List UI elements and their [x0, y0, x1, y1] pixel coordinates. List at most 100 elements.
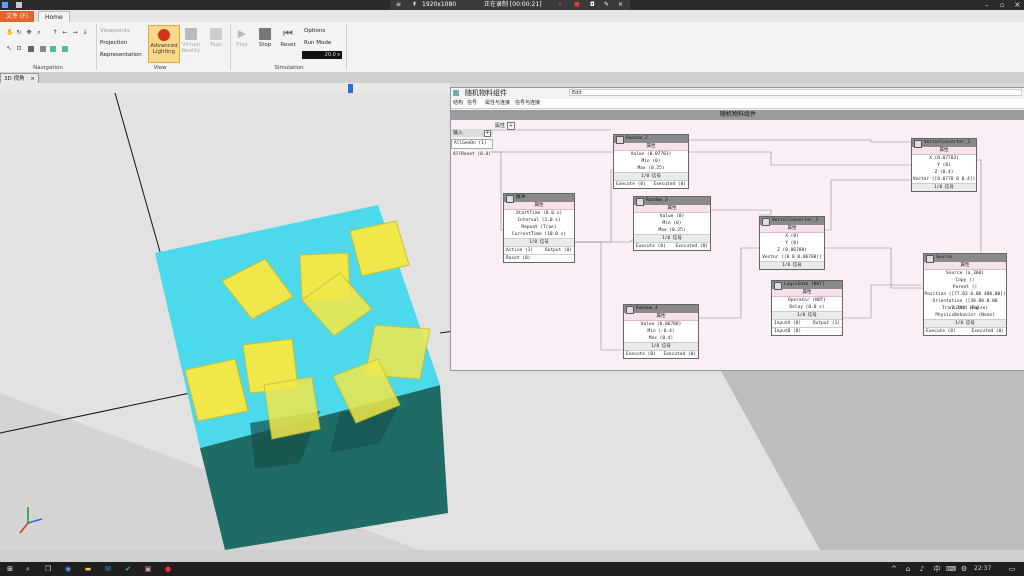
task-view-icon[interactable]: ❐ — [44, 565, 52, 573]
pause-icon[interactable]: ॥ — [558, 0, 562, 10]
node-port-in[interactable]: InputB (0) — [774, 328, 801, 335]
node-pulse[interactable]: 脉冲 属性 StartTime (0.0 s) Interval (2.0 s)… — [503, 193, 575, 263]
pin-icon[interactable]: ⇞ — [412, 0, 417, 10]
fit-icon[interactable]: ⊡ — [16, 46, 22, 52]
projection-button[interactable]: Projection — [100, 40, 127, 46]
network-icon[interactable]: ⌂ — [904, 565, 912, 573]
node-port-in[interactable]: Reset (0) — [506, 255, 530, 262]
keyboard-icon[interactable]: ⌨ — [946, 565, 956, 573]
node-signal-count: 1/0 信号 — [614, 172, 688, 180]
node-row: PhysicsBehavior (None) — [935, 313, 995, 318]
minimize-icon[interactable]: – — [985, 1, 989, 9]
ime-indicator[interactable]: 中 — [932, 565, 942, 573]
options-button[interactable]: Options — [304, 28, 325, 34]
node-port-out[interactable]: Output (1) — [813, 320, 840, 327]
menu-properties[interactable]: 属性与连接 — [485, 99, 510, 108]
node-port-in[interactable]: Execute (0) — [626, 351, 656, 358]
node-port-out[interactable]: Output (0) — [545, 247, 572, 254]
node-random-3[interactable]: Random_3 属性 Value (0) Min (0) Max (0.25)… — [633, 196, 711, 251]
volume-icon[interactable]: ♪ — [918, 565, 926, 573]
node-port-in[interactable]: Active (1) — [506, 247, 533, 254]
windows-start-icon[interactable]: ⊞ — [6, 565, 14, 573]
inputs-add-icon[interactable]: + — [484, 130, 491, 137]
chat-icon[interactable]: ✔ — [124, 565, 132, 573]
timeline-slider[interactable] — [0, 83, 450, 93]
node-row: Orientation ([30.00 0.00 7.79]) deg — [932, 299, 998, 311]
pen-icon[interactable]: ✎ — [604, 0, 609, 10]
node-port-out[interactable]: Executed (0) — [653, 181, 686, 188]
settings-icon[interactable]: ⚙ — [960, 565, 968, 573]
menu-structure[interactable]: 结构 — [453, 99, 463, 108]
timeline-thumb[interactable] — [348, 84, 353, 93]
tags-button[interactable]: Tags — [206, 28, 226, 48]
tab-file[interactable]: 文件 (F) — [0, 11, 35, 22]
search-icon[interactable]: ⌕ — [24, 565, 32, 573]
arrow-left-icon[interactable]: ← — [62, 30, 68, 36]
status-bar — [0, 550, 1024, 562]
taskbar: ⊞ ⌕ ❐ ◉ ▬ ✉ ✔ ▣ ● ^ ⌂ ♪ 中 ⌨ ⚙ 22:37 ▭ — [0, 562, 1024, 576]
node-row: Max (0.25) — [658, 228, 686, 233]
node-port-in[interactable]: Execute (0) — [636, 243, 666, 250]
node-vector-converter-2[interactable]: VectorConverter_2 属性 X (0.07783) Y (0) Z… — [911, 138, 977, 192]
camera-icon[interactable]: ◘ — [590, 0, 595, 10]
viewpoints-button[interactable]: Viewpoints — [100, 28, 130, 34]
play-button[interactable]: ▶ Play — [234, 28, 250, 49]
stop-button[interactable]: Stop — [256, 28, 274, 48]
graph-header: 随机物料组件 — [451, 110, 1024, 120]
menu-icon[interactable]: ≡ — [396, 0, 401, 10]
advanced-lighting-button[interactable]: Advanced Lighting — [148, 25, 180, 63]
file-explorer-icon[interactable]: ▬ — [84, 565, 92, 573]
node-port-out[interactable]: Executed (0) — [971, 328, 1004, 335]
zoom-icon[interactable]: ⌕ — [36, 30, 42, 36]
node-title: LogicGate [NOT] — [784, 282, 825, 287]
node-random-2[interactable]: Random_2 属性 Value (0.07783) Min (0) Max … — [613, 134, 689, 189]
view-split-icon[interactable] — [62, 46, 68, 52]
stop-record-icon[interactable]: ■ — [574, 0, 580, 10]
node-port-out[interactable]: Executed (0) — [663, 351, 696, 358]
node-source[interactable]: Source 属性 Source (a_360) Copy () Parent … — [923, 253, 1007, 336]
notification-icon[interactable]: ▭ — [1008, 565, 1016, 573]
pan-icon[interactable]: ✥ — [26, 30, 32, 36]
arrow-up-icon[interactable]: ↑ — [52, 30, 58, 36]
view-green-icon[interactable] — [50, 46, 56, 52]
folder-icon[interactable] — [16, 2, 22, 8]
menu-signal-connections[interactable]: 信号与连接 — [515, 99, 540, 108]
graph-search-input[interactable]: Edit — [569, 89, 1022, 96]
node-port-in[interactable]: Execute (0) — [616, 181, 646, 188]
input-item[interactable]: AllReset (0.4) — [451, 151, 493, 159]
play-label: Play — [236, 42, 248, 48]
node-vector-converter-3[interactable]: VectorConverter_3 属性 X (0) Y (0) Z (0.06… — [759, 216, 825, 270]
close-icon[interactable]: × — [1014, 0, 1021, 9]
properties-toggle-icon[interactable]: + — [507, 122, 515, 130]
view-box-icon[interactable] — [40, 46, 46, 52]
node-port-out[interactable]: Executed (0) — [675, 243, 708, 250]
clock[interactable]: 22:37 — [974, 565, 991, 573]
rotate-icon[interactable]: ↻ — [16, 30, 22, 36]
hand-icon[interactable]: ✋ — [6, 30, 13, 36]
recorder-app-icon[interactable]: ● — [164, 565, 172, 573]
arrow-right-icon[interactable]: → — [72, 30, 78, 36]
maximize-icon[interactable]: ▫ — [1000, 1, 1005, 9]
virtual-reality-button[interactable]: Virtual Reality — [180, 28, 202, 54]
representation-button[interactable]: Representation — [100, 52, 142, 58]
mail-icon[interactable]: ✉ — [104, 565, 112, 573]
select-icon[interactable]: ↖ — [6, 46, 12, 52]
ribbon-separator — [96, 24, 97, 70]
app-window-icon[interactable]: ▣ — [144, 565, 152, 573]
node-port-in[interactable]: Execute (0) — [926, 328, 956, 335]
node-port-in[interactable]: InputA (0) — [774, 320, 801, 327]
reset-button[interactable]: ⏮ Reset — [278, 28, 298, 49]
node-logic-gate-not[interactable]: LogicGate [NOT] 属性 Operator (NOT) Delay … — [771, 280, 843, 336]
node-random-4[interactable]: Random_4 属性 Value (0.06788) Min (-0.4) M… — [623, 304, 699, 359]
menu-signals[interactable]: 信号 — [467, 99, 477, 108]
input-item[interactable]: AllGenOn (1) — [451, 139, 493, 149]
tray-up-icon[interactable]: ^ — [890, 565, 898, 573]
close-recorder-icon[interactable]: × — [618, 0, 623, 10]
properties-label: 属性 — [495, 123, 506, 129]
view-cube-icon[interactable] — [28, 46, 34, 52]
close-tab-icon[interactable]: × — [30, 76, 35, 82]
node-row: Min (0) — [662, 221, 682, 226]
run-mode-button[interactable]: Run Mode — [304, 40, 331, 46]
browser-icon[interactable]: ◉ — [64, 565, 72, 573]
arrow-down-icon[interactable]: ↓ — [82, 30, 88, 36]
